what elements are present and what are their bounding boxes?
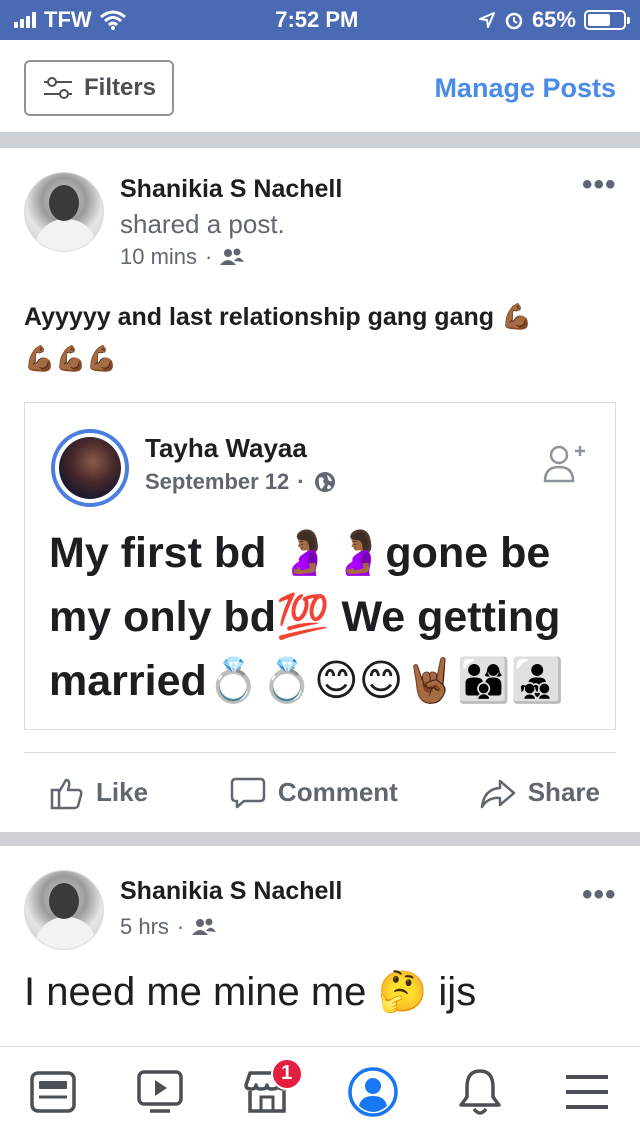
friends-icon <box>192 918 217 935</box>
profile-tab[interactable] <box>343 1062 403 1122</box>
shared-post-text: My first bd 🤰🏾🤰🏾gone be my only bd💯 We g… <box>49 529 565 705</box>
friends-icon <box>220 248 245 265</box>
menu-tab[interactable] <box>557 1062 617 1122</box>
shared-post[interactable]: Tayha Wayaa September 12 · My first bd 🤰… <box>24 402 616 730</box>
share-label: Share <box>527 777 600 807</box>
author-name[interactable]: Shanikia S Nachell <box>120 874 342 909</box>
news-feed-tab[interactable] <box>23 1062 83 1122</box>
watch-icon <box>137 1069 183 1113</box>
add-friend-icon[interactable] <box>543 443 585 485</box>
notifications-icon <box>459 1068 501 1115</box>
avatar[interactable] <box>24 870 104 950</box>
share-icon <box>480 779 515 808</box>
post-meta: 10 mins · <box>120 244 245 270</box>
notifications-tab[interactable] <box>450 1062 510 1122</box>
signal-icon <box>14 12 36 28</box>
battery-icon <box>583 10 630 30</box>
shared-post-meta: September 12 · <box>145 469 337 495</box>
bottom-navigation: 1 <box>0 1046 640 1136</box>
shared-post-date[interactable]: September 12 <box>145 469 289 495</box>
menu-icon <box>565 1074 608 1109</box>
thumbs-up-icon <box>50 778 83 809</box>
avatar[interactable] <box>24 172 104 252</box>
more-options-icon[interactable]: ••• <box>582 168 617 202</box>
section-divider <box>0 132 640 148</box>
like-button[interactable]: Like <box>50 776 148 810</box>
post-text: I need me mine me 🤔 ijs <box>24 970 477 1014</box>
clock: 7:52 PM <box>275 7 359 32</box>
wifi-icon <box>99 10 126 30</box>
filters-button[interactable]: Filters <box>24 60 175 116</box>
post-text: Ayyyyy and last relationship gang gang 💪… <box>24 303 533 373</box>
author-name[interactable]: Shanikia S Nachell <box>120 175 342 203</box>
comment-label: Comment <box>277 777 398 807</box>
post-action-text: shared a post. <box>120 209 285 239</box>
posts-toolbar: Filters Manage Posts <box>0 44 640 132</box>
watch-tab[interactable] <box>130 1062 190 1122</box>
post-header: Shanikia S Nachell shared a post. <box>120 172 520 242</box>
comment-icon <box>230 777 266 808</box>
shared-avatar[interactable] <box>51 429 129 507</box>
post-time[interactable]: 10 mins <box>120 244 197 270</box>
like-label: Like <box>96 777 149 807</box>
location-icon <box>478 12 495 28</box>
status-bar: TFW 7:52 PM 65% <box>0 0 640 40</box>
post-action-bar: Like Comment Share <box>24 752 616 832</box>
post-time[interactable]: 5 hrs <box>120 914 169 940</box>
news-feed-icon <box>30 1070 77 1113</box>
carrier-label: TFW <box>44 7 92 32</box>
section-divider <box>0 832 640 846</box>
battery-percent: 65% <box>531 7 576 32</box>
marketplace-tab[interactable]: 1 <box>237 1057 303 1122</box>
notification-badge: 1 <box>270 1057 303 1090</box>
comment-button[interactable]: Comment <box>230 776 398 810</box>
alarm-icon <box>505 12 523 30</box>
profile-icon <box>348 1066 399 1117</box>
post-meta: 5 hrs · <box>120 914 217 940</box>
shared-author-name[interactable]: Tayha Wayaa <box>145 433 307 464</box>
sliders-icon <box>44 77 72 99</box>
share-button[interactable]: Share <box>480 777 600 809</box>
more-options-icon[interactable]: ••• <box>582 878 617 912</box>
filters-label: Filters <box>84 74 157 101</box>
manage-posts-link[interactable]: Manage Posts <box>434 73 616 104</box>
globe-icon <box>314 472 335 492</box>
